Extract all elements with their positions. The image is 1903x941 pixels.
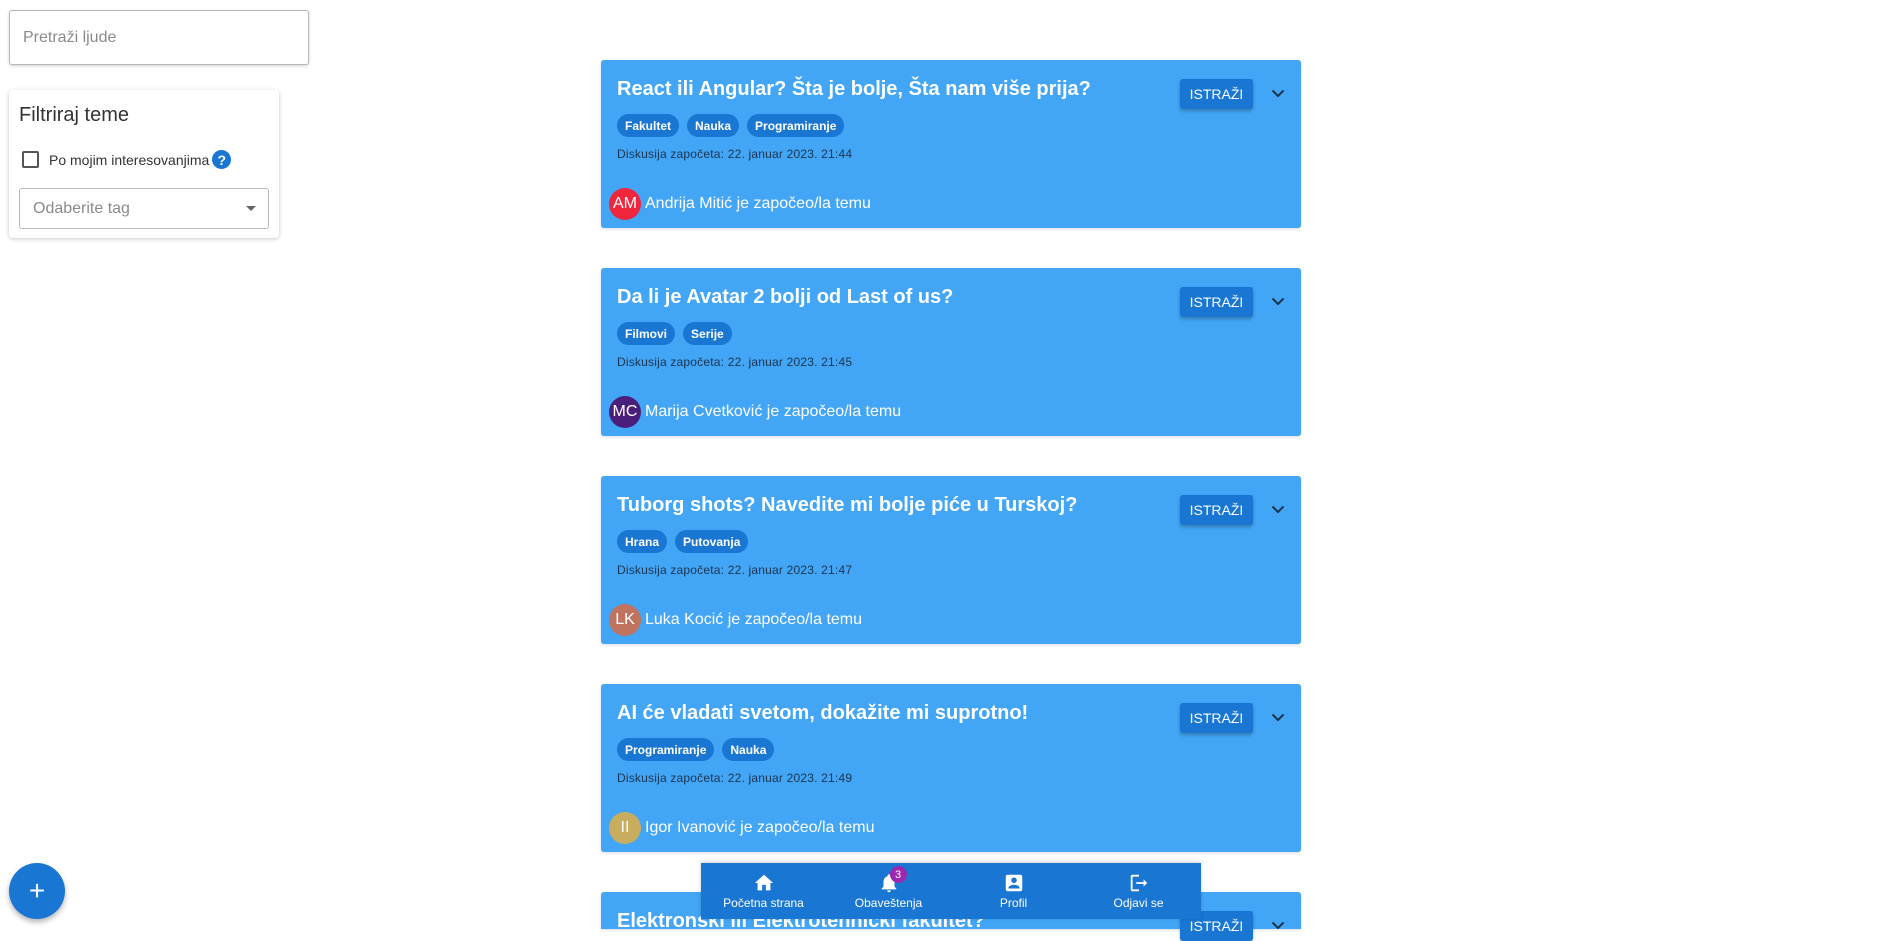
tag-list: Hrana Putovanja: [617, 530, 749, 553]
author-row: II Igor Ivanović je započeo/la temu: [609, 812, 874, 844]
topic-title: AI će vladati svetom, dokažite mi suprot…: [617, 702, 1029, 724]
tag-list: Programiranje Nauka: [617, 738, 775, 761]
profile-icon: [1005, 874, 1022, 892]
explore-button[interactable]: ISTRAŽI: [1180, 287, 1253, 317]
home-icon: [754, 874, 773, 891]
search-people-field[interactable]: [9, 10, 309, 65]
tag-chip[interactable]: Fakultet: [617, 114, 680, 137]
nav-logout[interactable]: Odjavi se: [1076, 863, 1201, 919]
tag-chip[interactable]: Nauka: [722, 738, 775, 761]
explore-button[interactable]: ISTRAŽI: [1180, 703, 1253, 733]
author-text: Igor Ivanović je započeo/la temu: [645, 819, 875, 836]
discussion-started: Diskusija započeta: 22. januar 2023. 21:…: [617, 563, 853, 577]
filter-title: Filtriraj teme: [19, 104, 130, 126]
search-input[interactable]: [10, 11, 308, 64]
avatar: MC: [609, 396, 641, 428]
author-text: Andrija Mitić je započeo/la temu: [645, 195, 871, 212]
expand-more-icon[interactable]: [1265, 912, 1291, 938]
author-row: LK Luka Kocić je započeo/la temu: [609, 604, 862, 636]
interests-checkbox-row[interactable]: Po mojim interesovanjima ?: [22, 150, 232, 169]
nav-notifications-label: Obaveštenja: [854, 896, 923, 910]
interests-checkbox[interactable]: [22, 151, 39, 168]
avatar: II: [609, 812, 641, 844]
topic-card: Tuborg shots? Navedite mi bolje piće u T…: [601, 476, 1301, 644]
topic-card: Da li je Avatar 2 bolji od Last of us? I…: [601, 268, 1301, 436]
tag-chip[interactable]: Programiranje: [747, 114, 845, 137]
topic-title: Tuborg shots? Navedite mi bolje piće u T…: [617, 494, 1078, 516]
discussion-started: Diskusija započeta: 22. januar 2023. 21:…: [617, 771, 853, 785]
tag-chip[interactable]: Nauka: [687, 114, 740, 137]
author-text: Luka Kocić je započeo/la temu: [645, 611, 863, 628]
topic-title: React ili Angular? Šta je bolje, Šta nam…: [617, 78, 1091, 100]
explore-button[interactable]: ISTRAŽI: [1180, 79, 1253, 109]
notification-badge: 3: [889, 866, 907, 883]
plus-icon: +: [28, 875, 46, 906]
explore-button[interactable]: ISTRAŽI: [1180, 495, 1253, 525]
nav-home-label: Početna strana: [723, 896, 804, 910]
discussion-started: Diskusija započeta: 22. januar 2023. 21:…: [617, 147, 853, 161]
tag-chip[interactable]: Programiranje: [617, 738, 715, 761]
tag-select[interactable]: Odaberite tag: [19, 188, 269, 229]
tag-list: Filmovi Serije: [617, 322, 732, 345]
discussion-started: Diskusija započeta: 22. januar 2023. 21:…: [617, 355, 853, 369]
tag-list: Fakultet Nauka Programiranje: [617, 114, 845, 137]
expand-more-icon[interactable]: [1265, 496, 1291, 522]
add-topic-button[interactable]: +: [9, 863, 65, 919]
nav-profile-label: Profil: [999, 896, 1028, 910]
topic-title: Da li je Avatar 2 bolji od Last of us?: [617, 286, 954, 308]
avatar: LK: [609, 604, 641, 636]
tag-chip[interactable]: Hrana: [617, 530, 668, 553]
topic-card: AI će vladati svetom, dokažite mi suprot…: [601, 684, 1301, 852]
dropdown-arrow-icon: [246, 206, 256, 211]
tag-chip[interactable]: Filmovi: [617, 322, 676, 345]
tag-chip[interactable]: Putovanja: [675, 530, 749, 553]
expand-more-icon[interactable]: [1265, 704, 1291, 730]
bottom-navigation: Početna strana 3 Obaveštenja Profil Odja…: [701, 863, 1201, 919]
nav-logout-label: Odjavi se: [1113, 896, 1164, 910]
author-row: AM Andrija Mitić je započeo/la temu: [609, 188, 871, 220]
nav-home[interactable]: Početna strana: [701, 863, 826, 919]
nav-notifications[interactable]: 3 Obaveštenja: [826, 863, 951, 919]
author-row: MC Marija Cvetković je započeo/la temu: [609, 396, 901, 428]
logout-icon: [1130, 874, 1147, 892]
help-icon[interactable]: ?: [212, 150, 232, 169]
tag-chip[interactable]: Serije: [683, 322, 732, 345]
expand-more-icon[interactable]: [1265, 288, 1291, 314]
filter-panel: Filtriraj teme Po mojim interesovanjima …: [9, 90, 279, 238]
author-text: Marija Cvetković je započeo/la temu: [645, 403, 902, 420]
nav-profile[interactable]: Profil: [951, 863, 1076, 919]
topic-card: React ili Angular? Šta je bolje, Šta nam…: [601, 60, 1301, 228]
tag-select-placeholder: Odaberite tag: [33, 199, 130, 217]
interests-checkbox-label[interactable]: Po mojim interesovanjima: [49, 152, 209, 168]
avatar: AM: [609, 188, 641, 220]
expand-more-icon[interactable]: [1265, 80, 1291, 106]
